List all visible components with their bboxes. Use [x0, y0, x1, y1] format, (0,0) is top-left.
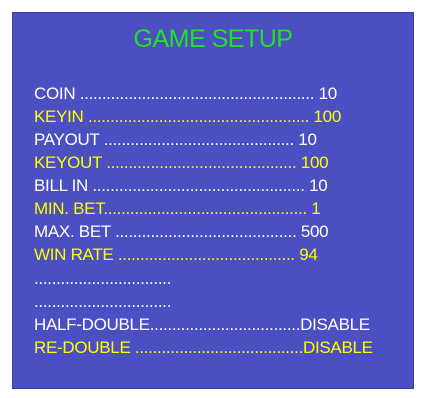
- menu-placeholder-row-1: ...............................: [34, 269, 172, 288]
- menu-placeholder-row-2: ...............................: [34, 292, 172, 311]
- menu-item-re-double[interactable]: RE-DOUBLE ..............................…: [34, 338, 373, 358]
- menu-item-coin[interactable]: COIN ...................................…: [34, 84, 337, 104]
- menu-item-bill-in[interactable]: BILL IN ................................…: [34, 176, 328, 196]
- menu-item-keyin[interactable]: KEYIN ..................................…: [34, 107, 341, 127]
- game-setup-screen: GAME SETUP COIN ........................…: [12, 12, 414, 389]
- screen-title: GAME SETUP: [133, 25, 293, 53]
- menu-item-max-bet[interactable]: MAX. BET ...............................…: [34, 222, 329, 242]
- menu-item-keyout[interactable]: KEYOUT .................................…: [34, 153, 329, 173]
- menu-item-half-double[interactable]: HALF-DOUBLE.............................…: [34, 315, 370, 335]
- menu-item-payout[interactable]: PAYOUT .................................…: [34, 130, 317, 150]
- menu-item-min-bet[interactable]: MIN. BET................................…: [34, 199, 321, 219]
- menu-item-win-rate[interactable]: WIN RATE ...............................…: [34, 245, 318, 265]
